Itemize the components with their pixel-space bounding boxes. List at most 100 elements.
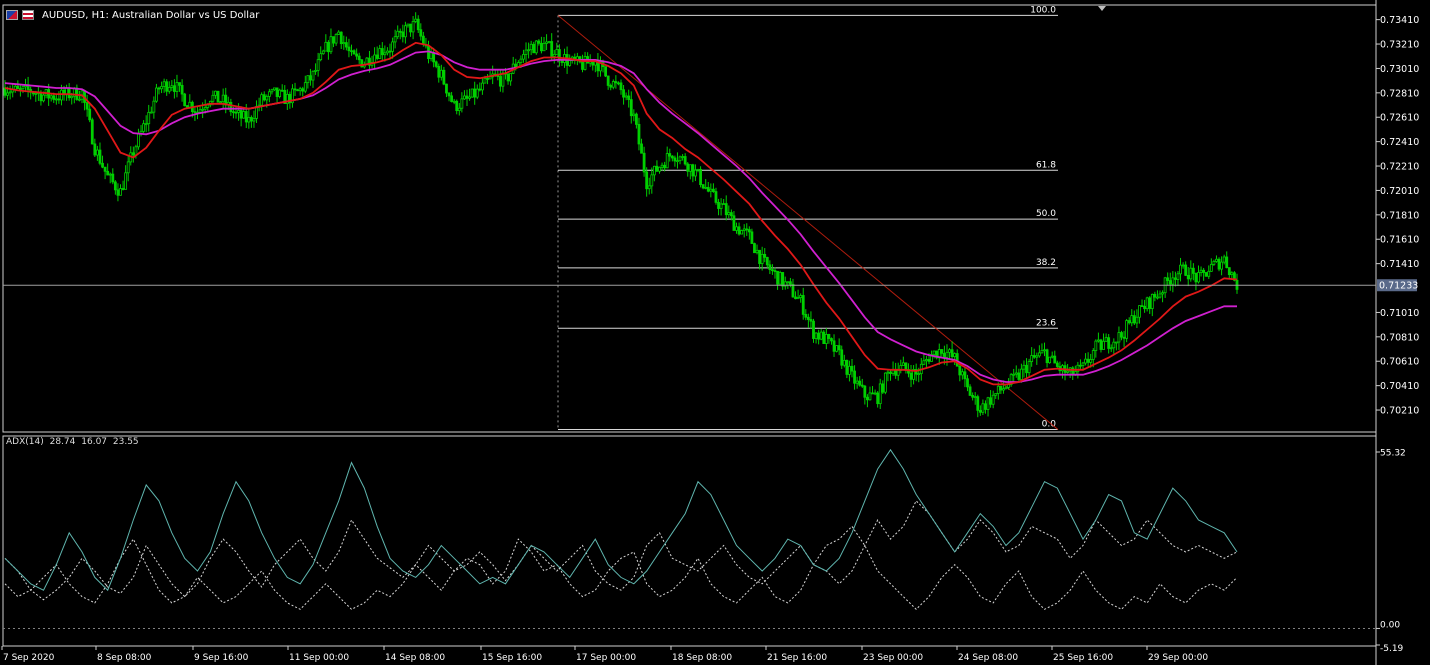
candle-body	[106, 170, 110, 176]
candle-body	[1222, 256, 1226, 263]
candle-body	[1097, 339, 1100, 342]
candle-body	[1171, 277, 1175, 285]
candle-body	[239, 109, 243, 119]
candle-body	[1040, 350, 1044, 354]
candle-body	[606, 75, 610, 86]
adx-minus-di-line	[4, 525, 1238, 611]
candle-body	[137, 133, 140, 148]
candle-body	[398, 30, 402, 33]
candle-body	[329, 36, 333, 53]
candle-body	[617, 82, 620, 85]
candle-body	[1217, 258, 1221, 270]
candle-body	[70, 95, 74, 99]
time-tick-label: 25 Sep 16:00	[1053, 653, 1113, 663]
price-tick-label: 0.71410	[1380, 259, 1419, 270]
candle-body	[403, 25, 407, 38]
candle-body	[804, 313, 808, 318]
candle-body	[326, 41, 330, 53]
candle-body	[103, 166, 107, 172]
candle-body	[386, 50, 389, 54]
candle-body	[229, 101, 233, 113]
candle-body	[1143, 305, 1146, 310]
candle-body	[850, 365, 854, 372]
candle-body	[172, 85, 176, 92]
candle-body	[786, 281, 790, 284]
candle-body	[175, 82, 179, 92]
adx-main-line	[4, 448, 1238, 592]
candle-body	[144, 123, 148, 126]
candle-body	[339, 31, 343, 45]
time-tick-label: 21 Sep 16:00	[767, 653, 827, 663]
candle-body	[635, 113, 638, 125]
time-tick-label: 17 Sep 00:00	[576, 653, 636, 663]
time-tick-label: 15 Sep 16:00	[482, 653, 542, 663]
candle-body	[1212, 261, 1216, 265]
candle-body	[1081, 362, 1085, 366]
candle-body	[943, 352, 946, 358]
candle-body	[1145, 297, 1149, 310]
candle-body	[21, 86, 25, 90]
candle-body	[532, 43, 536, 54]
candle-body	[473, 88, 477, 98]
candle-body	[57, 98, 61, 101]
candle-body	[683, 156, 687, 165]
candle-body	[773, 270, 777, 272]
candle-body	[960, 371, 964, 376]
candle-body	[447, 92, 451, 97]
candle-body	[93, 143, 97, 156]
candle-body	[691, 164, 695, 177]
fib-level-label: 61.8	[1036, 160, 1056, 170]
candle-body	[216, 90, 220, 103]
candle-body	[1120, 332, 1123, 338]
candle-body	[347, 46, 351, 52]
candle-body	[1027, 361, 1031, 374]
candle-body	[701, 184, 705, 189]
candle-body	[265, 96, 269, 101]
candle-body	[1209, 263, 1213, 272]
chart-canvas[interactable]: 0.73410 0.73210 0.73010 0.72810 0.72610 0.724…	[0, 0, 1430, 665]
candle-body	[383, 52, 387, 56]
candle-body	[901, 362, 905, 366]
candle-body	[211, 94, 215, 102]
candle-body	[948, 349, 951, 353]
chart-title-bar: AUDUSD, H1: Australian Dollar vs US Doll…	[6, 8, 259, 22]
candle-body	[883, 372, 887, 393]
candle-body	[267, 91, 271, 97]
candle-body	[673, 157, 677, 162]
candle-body	[1091, 350, 1095, 360]
candle-body	[727, 212, 731, 216]
candle-body	[1035, 355, 1039, 358]
candle-body	[391, 41, 394, 52]
candle-body	[316, 59, 320, 71]
candle-body	[1004, 386, 1008, 390]
candle-body	[378, 48, 382, 59]
time-tick-label: 8 Sep 08:00	[97, 653, 152, 663]
candle-body	[760, 253, 764, 264]
candle-body	[388, 50, 392, 53]
price-tick-label: 0.73210	[1380, 40, 1419, 51]
adx-value-main: 28.74	[49, 437, 76, 447]
candle-body	[160, 86, 163, 90]
candle-body	[314, 69, 317, 72]
candle-body	[501, 72, 505, 87]
candle-body	[1199, 269, 1203, 273]
candle-body	[830, 338, 833, 342]
candle-body	[763, 253, 767, 258]
candle-body	[465, 95, 469, 99]
candle-body	[8, 91, 12, 94]
candle-body	[1174, 277, 1177, 280]
us-flag-icon	[22, 10, 34, 20]
candle-body	[152, 100, 156, 113]
candle-body	[950, 349, 954, 358]
candle-body	[432, 52, 436, 63]
candle-body	[688, 164, 692, 172]
candle-body	[183, 93, 187, 107]
time-tick-label: 23 Sep 00:00	[863, 653, 923, 663]
candle-body	[878, 383, 882, 405]
candle-body	[54, 98, 58, 101]
candle-body	[414, 18, 418, 22]
candle-body	[1148, 297, 1152, 309]
candle-body	[142, 123, 146, 132]
candle-body	[180, 84, 184, 95]
candle-body	[717, 201, 720, 209]
